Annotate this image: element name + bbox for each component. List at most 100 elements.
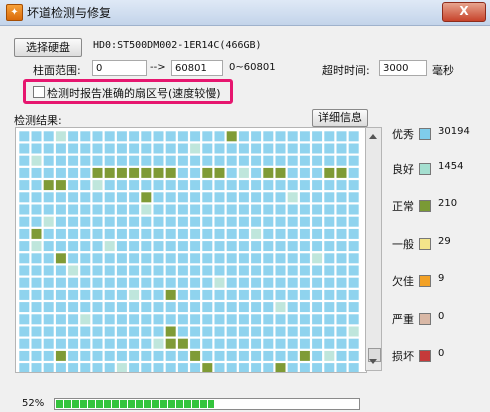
sector-cell bbox=[250, 252, 262, 264]
select-disk-button[interactable]: 选择硬盘 bbox=[14, 38, 82, 57]
sector-cell bbox=[274, 240, 287, 252]
sector-cell bbox=[335, 325, 348, 338]
sector-cell bbox=[18, 240, 30, 252]
sector-cell bbox=[311, 338, 323, 350]
legend-item: 良好 1454 bbox=[392, 161, 463, 177]
sector-cell bbox=[152, 362, 165, 374]
sector-cell bbox=[91, 350, 104, 362]
legend-label: 一般 bbox=[392, 238, 414, 251]
sector-cell bbox=[238, 325, 250, 338]
scroll-up-icon[interactable] bbox=[369, 134, 377, 139]
sector-cell bbox=[323, 203, 335, 216]
sector-cell bbox=[67, 289, 79, 301]
sector-cell bbox=[55, 167, 67, 179]
sector-cell bbox=[238, 289, 250, 301]
sector-cell bbox=[238, 191, 250, 203]
sector-cell bbox=[104, 252, 116, 264]
sector-cell bbox=[55, 155, 67, 167]
sector-cell bbox=[335, 155, 348, 167]
sector-cell bbox=[213, 289, 226, 301]
sector-cell bbox=[116, 325, 128, 338]
sector-cell bbox=[67, 240, 79, 252]
sector-cell bbox=[262, 179, 274, 191]
sector-cell bbox=[287, 203, 299, 216]
sector-cell bbox=[165, 216, 177, 228]
sector-cell bbox=[335, 252, 348, 264]
sector-cell bbox=[335, 142, 348, 155]
legend-swatch bbox=[419, 128, 431, 140]
sector-cell-normal bbox=[165, 167, 177, 179]
sector-cell bbox=[226, 228, 238, 240]
grid-scrollbar[interactable] bbox=[365, 127, 382, 371]
sector-cell bbox=[262, 264, 274, 277]
legend-swatch bbox=[419, 200, 431, 212]
sector-cell bbox=[18, 216, 30, 228]
legend-count: 1454 bbox=[438, 161, 464, 172]
sector-cell bbox=[177, 325, 189, 338]
sector-cell bbox=[189, 313, 201, 325]
sector-cell-normal bbox=[323, 167, 335, 179]
sector-cell bbox=[30, 277, 43, 289]
precise-sector-checkbox[interactable] bbox=[33, 86, 45, 98]
sector-cell bbox=[287, 350, 299, 362]
sector-cell bbox=[201, 179, 213, 191]
sector-cell bbox=[250, 130, 262, 142]
sector-cell bbox=[128, 325, 140, 338]
sector-cell bbox=[299, 228, 311, 240]
sector-cell bbox=[348, 191, 360, 203]
sector-cell bbox=[250, 264, 262, 277]
app-icon: ✦ bbox=[6, 4, 23, 21]
sector-cell bbox=[348, 240, 360, 252]
sector-cell bbox=[323, 155, 335, 167]
sector-cell bbox=[299, 142, 311, 155]
sector-cell bbox=[226, 167, 238, 179]
close-button[interactable]: X bbox=[442, 2, 486, 22]
range-arrow: --> bbox=[150, 62, 166, 73]
sector-cell bbox=[348, 167, 360, 179]
sector-cell bbox=[55, 301, 67, 313]
sector-cell bbox=[140, 179, 152, 191]
sector-cell bbox=[43, 264, 55, 277]
sector-cell bbox=[274, 277, 287, 289]
sector-cell bbox=[55, 203, 67, 216]
sector-cell bbox=[189, 240, 201, 252]
sector-cell bbox=[104, 301, 116, 313]
sector-cell bbox=[128, 203, 140, 216]
timeout-field[interactable]: 3000 bbox=[379, 60, 427, 76]
sector-cell bbox=[335, 350, 348, 362]
sector-cell bbox=[323, 338, 335, 350]
sector-cell bbox=[201, 338, 213, 350]
sector-cell bbox=[201, 289, 213, 301]
sector-cell bbox=[165, 301, 177, 313]
sector-cell bbox=[348, 338, 360, 350]
details-button[interactable]: 详细信息 bbox=[312, 109, 368, 127]
sector-cell bbox=[91, 301, 104, 313]
sector-cell bbox=[213, 362, 226, 374]
sector-cell bbox=[287, 313, 299, 325]
sector-cell bbox=[226, 362, 238, 374]
legend-swatch bbox=[419, 163, 431, 175]
sector-cell bbox=[128, 142, 140, 155]
legend-swatch bbox=[419, 275, 431, 287]
scroll-down-icon[interactable] bbox=[369, 359, 377, 364]
sector-cell bbox=[226, 289, 238, 301]
sector-cell-good bbox=[238, 167, 250, 179]
sector-cell bbox=[238, 142, 250, 155]
sector-cell bbox=[189, 289, 201, 301]
sector-cell-normal bbox=[177, 338, 189, 350]
timeout-unit: 毫秒 bbox=[432, 64, 454, 77]
precise-sector-label[interactable]: 检测时报告准确的扇区号(速度较慢) bbox=[47, 85, 221, 101]
sector-cell bbox=[30, 130, 43, 142]
range-start-field[interactable]: 0 bbox=[92, 60, 147, 76]
sector-cell bbox=[238, 252, 250, 264]
sector-cell bbox=[348, 228, 360, 240]
sector-cell bbox=[79, 130, 91, 142]
sector-cell bbox=[165, 179, 177, 191]
sector-cell bbox=[201, 325, 213, 338]
range-end-field[interactable]: 60801 bbox=[171, 60, 223, 76]
sector-cell bbox=[177, 301, 189, 313]
sector-cell bbox=[201, 350, 213, 362]
sector-cell bbox=[30, 350, 43, 362]
sector-cell bbox=[323, 325, 335, 338]
sector-cell bbox=[189, 252, 201, 264]
